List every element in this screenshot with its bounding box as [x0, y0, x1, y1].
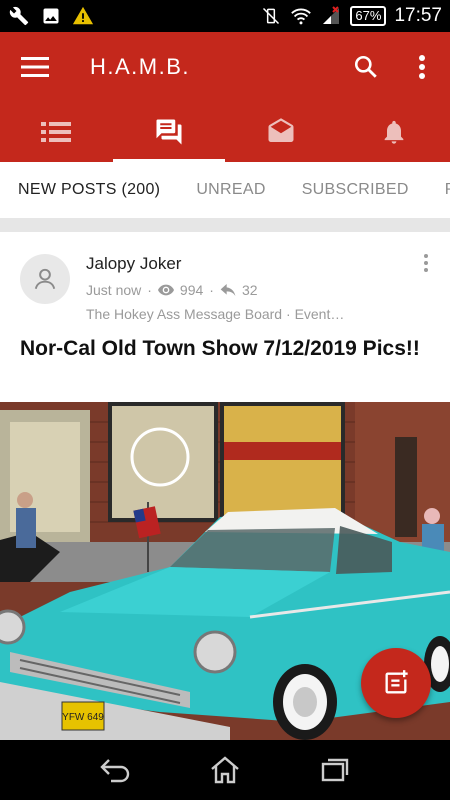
tab-new-posts-label[interactable]: NEW POSTS (200) — [0, 181, 178, 199]
forum-name: The Hokey Ass Message Board — [86, 306, 283, 322]
subforum-name: Event… — [294, 306, 345, 322]
reply-count: 32 — [241, 282, 258, 298]
tab-conversations[interactable] — [225, 102, 338, 162]
post-time: Just now — [86, 282, 142, 298]
tab-forums[interactable] — [0, 102, 113, 162]
post-more-button[interactable] — [416, 250, 436, 276]
image-icon — [40, 5, 62, 27]
search-icon — [354, 55, 377, 78]
post-header: Jalopy Joker Just now · 994 · 32 The Hok… — [20, 250, 450, 330]
system-nav-bar — [0, 740, 450, 800]
post-title[interactable]: Nor-Cal Old Town Show 7/12/2019 Pics!! — [20, 336, 420, 362]
person-icon — [34, 268, 56, 290]
mail-open-icon — [268, 118, 294, 142]
status-bar: 67% 17:57 — [0, 0, 450, 32]
tab-subscribed[interactable]: SUBSCRIBED — [284, 181, 427, 199]
overflow-menu-button[interactable] — [394, 32, 450, 102]
signal-icon — [320, 5, 342, 27]
app-title: H.A.M.B. — [90, 54, 191, 79]
tab-alerts[interactable] — [338, 102, 450, 162]
menu-icon — [21, 57, 49, 77]
license-plate-text: YFW 649 — [62, 712, 104, 723]
feed-tabs: NEW POSTS (200) UNREAD SUBSCRIBED P — [0, 162, 450, 218]
home-icon — [211, 756, 239, 784]
tab-new-posts[interactable] — [112, 102, 226, 162]
avatar[interactable] — [20, 254, 70, 304]
view-count: 994 — [179, 282, 204, 298]
eye-icon — [157, 284, 174, 296]
bell-icon — [384, 120, 404, 144]
recents-icon — [321, 758, 349, 782]
tab-partial[interactable]: P — [427, 181, 450, 199]
vibrate-off-icon — [260, 5, 282, 27]
wrench-icon — [8, 5, 30, 27]
more-vert-icon — [419, 55, 425, 79]
app-bar: H.A.M.B. — [0, 32, 450, 102]
section-tabs — [0, 102, 450, 162]
post-forum-path[interactable]: The Hokey Ass Message Board · Event… — [86, 306, 344, 322]
new-thread-fab[interactable] — [361, 648, 431, 718]
divider — [0, 218, 450, 232]
reply-icon — [220, 284, 236, 296]
clock: 17:57 — [394, 5, 442, 26]
wifi-icon — [290, 5, 312, 27]
home-button[interactable] — [200, 745, 250, 795]
more-vert-icon — [424, 254, 428, 272]
menu-button[interactable] — [0, 32, 70, 102]
post-meta: Just now · 994 · 32 — [86, 282, 258, 298]
battery-indicator: 67% — [350, 6, 387, 26]
recents-button[interactable] — [310, 745, 360, 795]
search-button[interactable] — [338, 32, 394, 102]
back-icon — [100, 759, 130, 783]
list-icon — [41, 122, 72, 142]
tab-unread[interactable]: UNREAD — [178, 181, 283, 199]
back-button[interactable] — [90, 745, 140, 795]
new-post-icon — [385, 670, 408, 694]
warning-icon — [72, 5, 94, 27]
chat-icon — [156, 119, 182, 145]
post-author[interactable]: Jalopy Joker — [86, 254, 181, 274]
